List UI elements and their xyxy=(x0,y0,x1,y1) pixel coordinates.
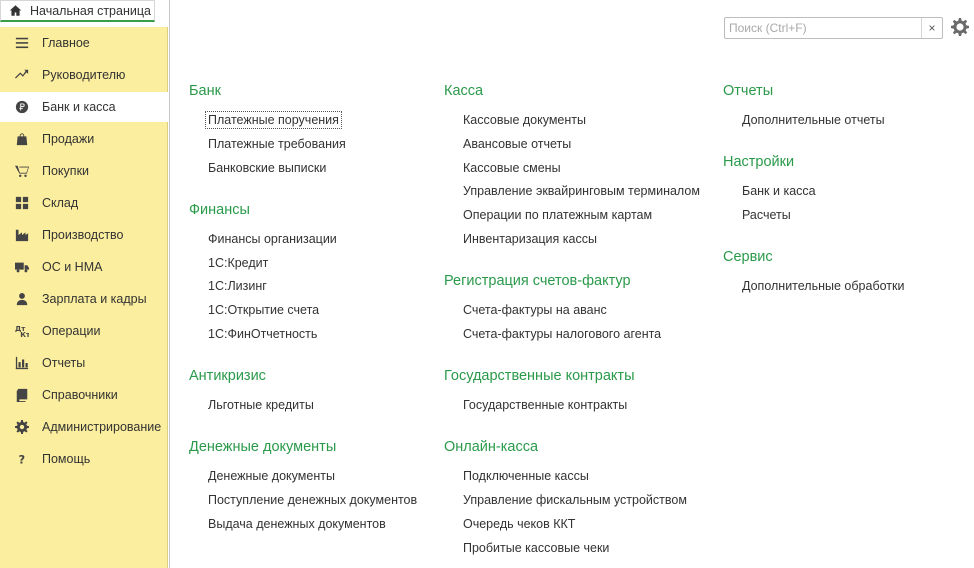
cart-icon xyxy=(14,164,29,179)
section-title-finance: Финансы xyxy=(189,202,250,218)
home-tab[interactable]: Начальная страница xyxy=(0,0,155,22)
link-fiscal-device[interactable]: Управление фискальным устройством xyxy=(463,493,687,507)
truck-icon xyxy=(14,260,29,275)
debit-credit-icon: ДтКт xyxy=(14,324,29,339)
question-icon: ? xyxy=(14,452,29,467)
link-bank-statements[interactable]: Банковские выписки xyxy=(208,161,326,175)
sidebar-item-sales[interactable]: Продажи xyxy=(0,124,168,154)
link-acquiring-terminal[interactable]: Управление эквайринговым терминалом xyxy=(463,184,700,198)
sidebar-item-label: Склад xyxy=(42,196,79,210)
shopping-bag-icon xyxy=(14,132,29,147)
sidebar-item-label: Главное xyxy=(42,36,90,50)
link-1c-leasing[interactable]: 1С:Лизинг xyxy=(208,279,267,293)
sidebar-item-main[interactable]: Главное xyxy=(0,28,168,58)
sidebar-item-directories[interactable]: Справочники xyxy=(0,380,168,410)
person-icon xyxy=(14,292,29,307)
link-connected-registers[interactable]: Подключенные кассы xyxy=(463,469,589,483)
section-title-reports: Отчеты xyxy=(723,83,774,99)
link-additional-reports[interactable]: Дополнительные отчеты xyxy=(742,113,885,127)
sidebar-item-help[interactable]: ? Помощь xyxy=(0,444,168,474)
sidebar-item-operations[interactable]: ДтКт Операции xyxy=(0,316,168,346)
sidebar-item-label: Производство xyxy=(42,228,124,242)
gear-icon xyxy=(14,420,29,435)
sidebar-item-label: Продажи xyxy=(42,132,95,146)
link-money-docs-receipt[interactable]: Поступление денежных документов xyxy=(208,493,417,507)
link-payment-orders[interactable]: Платежные поручения xyxy=(205,111,342,129)
sidebar-item-label: Операции xyxy=(42,324,101,338)
sidebar-item-bank-cash[interactable]: Банк и касса xyxy=(0,92,168,122)
sidebar-item-warehouse[interactable]: Склад xyxy=(0,188,168,218)
section-title-settings: Настройки xyxy=(723,154,795,170)
settings-gear-icon[interactable] xyxy=(951,18,969,36)
link-money-docs[interactable]: Денежные документы xyxy=(208,469,335,483)
link-printed-receipts[interactable]: Пробитые кассовые чеки xyxy=(463,541,609,555)
trend-icon xyxy=(14,68,29,83)
section-title-anticrisis: Антикризис xyxy=(189,368,266,384)
link-advance-reports[interactable]: Авансовые отчеты xyxy=(463,137,571,151)
link-settings-settlements[interactable]: Расчеты xyxy=(742,208,791,222)
link-kkt-queue[interactable]: Очередь чеков ККТ xyxy=(463,517,575,531)
sidebar-item-label: Покупки xyxy=(42,164,90,178)
link-cash-shifts[interactable]: Кассовые смены xyxy=(463,161,561,175)
sidebar-item-label: Справочники xyxy=(42,388,118,402)
sidebar-item-label: Отчеты xyxy=(42,356,86,370)
section-title-service: Сервис xyxy=(723,249,773,265)
section-title-invoice-registration: Регистрация счетов-фактур xyxy=(444,273,631,289)
sidebar-item-administration[interactable]: Администрирование xyxy=(0,412,168,442)
section-title-money-docs: Денежные документы xyxy=(189,439,337,455)
link-settings-bank-cash[interactable]: Банк и касса xyxy=(742,184,816,198)
link-money-docs-issue[interactable]: Выдача денежных документов xyxy=(208,517,386,531)
sidebar-item-label: Помощь xyxy=(42,452,91,466)
sidebar-item-manager[interactable]: Руководителю xyxy=(0,60,168,90)
sidebar-item-label: Зарплата и кадры xyxy=(42,292,147,306)
link-cash-inventory[interactable]: Инвентаризация кассы xyxy=(463,232,597,246)
section-title-cash: Касса xyxy=(444,83,484,99)
link-payment-requests[interactable]: Платежные требования xyxy=(208,137,346,151)
bar-chart-icon xyxy=(14,356,29,371)
sidebar-item-production[interactable]: Производство xyxy=(0,220,168,250)
sidebar-item-label: ОС и НМА xyxy=(42,260,103,274)
home-icon xyxy=(9,5,22,16)
link-additional-processing[interactable]: Дополнительные обработки xyxy=(742,279,904,293)
link-advance-invoices[interactable]: Счета-фактуры на аванс xyxy=(463,303,607,317)
svg-text:?: ? xyxy=(18,452,25,466)
search-input[interactable] xyxy=(725,18,919,38)
section-title-gov-contracts: Государственные контракты xyxy=(444,368,635,384)
sidebar-item-purchases[interactable]: Покупки xyxy=(0,156,168,186)
link-tax-agent-invoices[interactable]: Счета-фактуры налогового агента xyxy=(463,327,661,341)
book-icon xyxy=(14,388,29,403)
clear-search-button[interactable]: × xyxy=(921,18,942,38)
link-1c-credit[interactable]: 1С:Кредит xyxy=(208,256,268,270)
sidebar-item-label: Администрирование xyxy=(42,420,162,434)
link-preferential-loans[interactable]: Льготные кредиты xyxy=(208,398,314,412)
factory-icon xyxy=(14,228,29,243)
sidebar-item-label: Руководителю xyxy=(42,68,126,82)
link-card-operations[interactable]: Операции по платежным картам xyxy=(463,208,652,222)
ruble-coin-icon xyxy=(14,100,29,115)
search-box: × xyxy=(724,17,943,39)
sidebar-item-salary-hr[interactable]: Зарплата и кадры xyxy=(0,284,168,314)
section-title-bank: Банк xyxy=(189,83,221,99)
link-org-finance[interactable]: Финансы организации xyxy=(208,232,337,246)
sidebar-item-reports[interactable]: Отчеты xyxy=(0,348,168,378)
home-tab-label: Начальная страница xyxy=(30,3,151,18)
svg-text:Кт: Кт xyxy=(20,331,29,338)
sidebar-item-fixed-assets[interactable]: ОС и НМА xyxy=(0,252,168,282)
link-1c-account-opening[interactable]: 1С:Открытие счета xyxy=(208,303,319,317)
sidebar-item-label: Банк и касса xyxy=(42,100,116,114)
warehouse-grid-icon xyxy=(14,196,29,211)
link-1c-finreport[interactable]: 1С:ФинОтчетность xyxy=(208,327,317,341)
main-panel: × Банк Платежные поручения Платежные тре… xyxy=(169,0,974,568)
link-gov-contracts[interactable]: Государственные контракты xyxy=(463,398,627,412)
link-cash-docs[interactable]: Кассовые документы xyxy=(463,113,586,127)
menu-lines-icon xyxy=(14,36,29,51)
sidebar: Главное Руководителю Банк и касса Продаж… xyxy=(0,27,168,568)
section-title-online-cash: Онлайн-касса xyxy=(444,439,539,455)
